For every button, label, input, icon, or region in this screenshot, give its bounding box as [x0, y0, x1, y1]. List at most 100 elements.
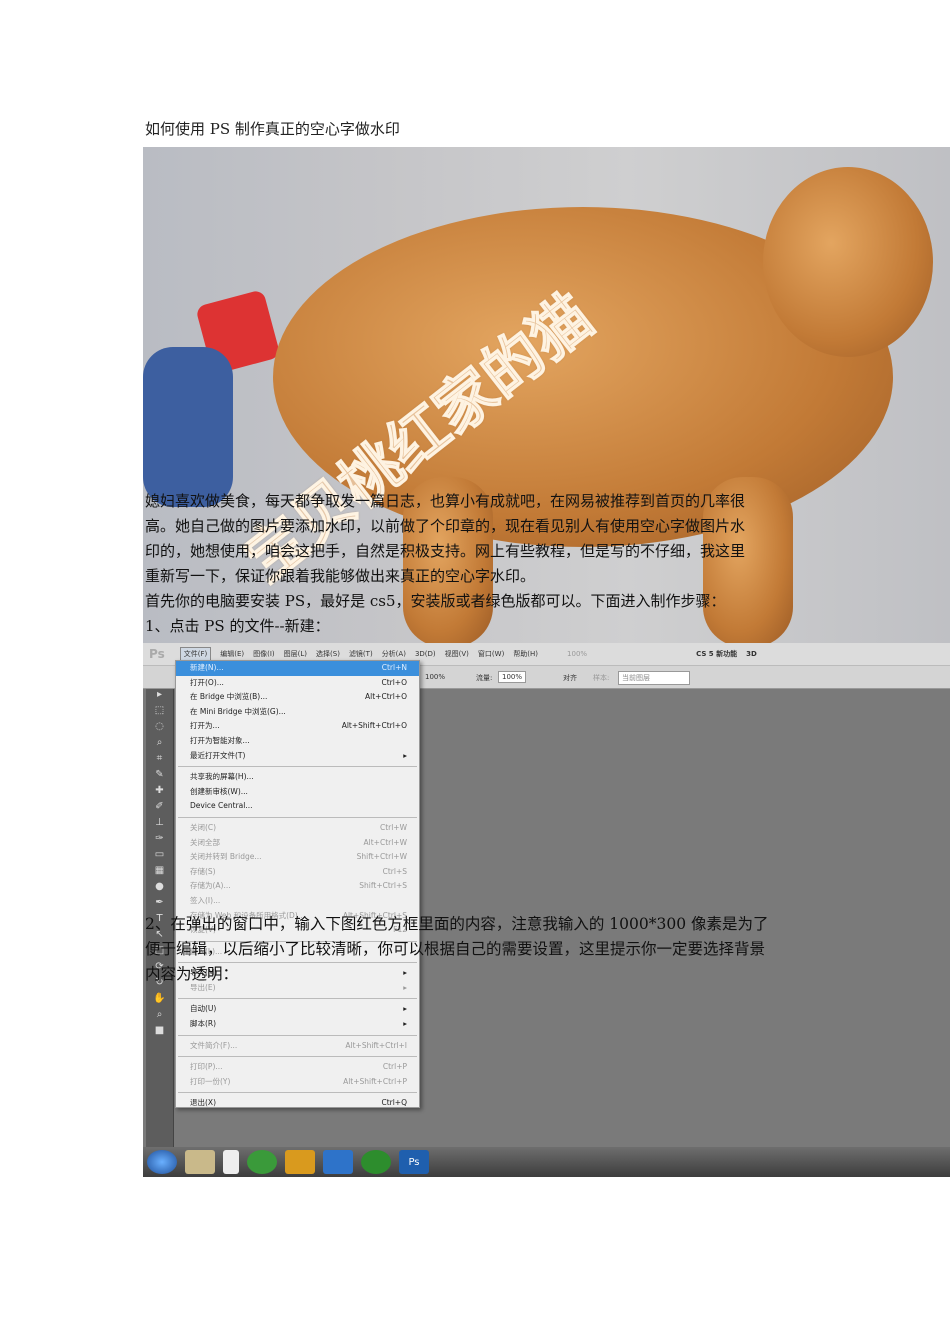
file-menu-item[interactable]: 关闭并转到 Bridge... Shift+Ctrl+W [176, 850, 419, 865]
marquee-tool-icon[interactable]: ⬚ [146, 705, 173, 721]
menu-item-label: 签入(I)... [190, 895, 221, 905]
menu-separator [178, 816, 417, 818]
text-line: 1、点击 PS 的文件--新建： [145, 617, 330, 635]
file-menu-item[interactable]: 脚本(R) ▸ [176, 1017, 419, 1032]
zoom-tool-icon[interactable]: ⌕ [146, 1009, 173, 1025]
file-menu-item[interactable]: 在 Mini Bridge 中浏览(G)... [176, 705, 419, 720]
browser-taskbar-icon[interactable] [361, 1150, 391, 1174]
file-menu-item[interactable]: 创建新审核(W)... [176, 785, 419, 800]
menu-item-label: 打开为... [190, 721, 220, 731]
text-line: 媳妇喜欢做美食，每天都争取发一篇日志，也算小有成就吧，在网易被推荐到首页的几率很 [145, 492, 746, 510]
photoshop-screenshot: Ps 文件(F) 编辑(E) 图像(I) 图层(L) 选择(S) 滤镜(T) 分… [143, 643, 950, 1177]
sample-select[interactable]: 当前图层 [618, 671, 690, 685]
flow-input[interactable]: 100% [498, 671, 527, 683]
menu-filter[interactable]: 滤镜(T) [349, 649, 373, 659]
menu-item-shortcut: Alt+Ctrl+O [365, 692, 407, 702]
intro-paragraph: 媳妇喜欢做美食，每天都争取发一篇日志，也算小有成就吧，在网易被推荐到首页的几率很… [145, 489, 810, 639]
menu-item-label: 存储(S) [190, 866, 216, 876]
menu-analysis[interactable]: 分析(A) [382, 649, 406, 659]
workspace-3d-button[interactable]: 3D [746, 650, 757, 658]
menu-item-shortcut: Ctrl+O [381, 677, 407, 687]
text-line: 高。她自己做的图片要添加水印，以前做了个印章的，现在看见别人有使用空心字做图片水 [145, 517, 746, 535]
file-menu-item[interactable]: 退出(X) Ctrl+Q [176, 1096, 419, 1111]
blue-toy [143, 347, 233, 507]
file-menu-item[interactable]: 共享我的屏幕(H)... [176, 770, 419, 785]
menu-item-shortcut: Shift+Ctrl+S [359, 881, 407, 891]
menu-item-label: 关闭并转到 Bridge... [190, 852, 262, 862]
menu-separator [178, 1056, 417, 1058]
file-menu-item[interactable]: 存储(S) Ctrl+S [176, 865, 419, 880]
file-menu-item[interactable]: 关闭(C) Ctrl+W [176, 821, 419, 836]
menu-item-label: 打开(O)... [190, 677, 224, 687]
menu-item-label: 存储为(A)... [190, 881, 231, 891]
move-tool-icon[interactable]: ▸ [146, 689, 173, 705]
lasso-tool-icon[interactable]: ◌ [146, 721, 173, 737]
stamp-tool-icon[interactable]: ⊥ [146, 817, 173, 833]
file-menu-item[interactable]: 关闭全部 Alt+Ctrl+W [176, 836, 419, 851]
menu-item-label: 打印(P)... [190, 1062, 223, 1072]
menu-help[interactable]: 帮助(H) [513, 649, 538, 659]
file-menu-item[interactable]: Device Central... [176, 799, 419, 814]
menu-view[interactable]: 视图(V) [445, 649, 469, 659]
download-taskbar-icon[interactable] [247, 1150, 277, 1174]
app-taskbar-icon[interactable] [285, 1150, 315, 1174]
quick-select-icon[interactable]: ⌕ [146, 737, 173, 753]
menu-3d[interactable]: 3D(D) [415, 650, 436, 658]
menu-image[interactable]: 图像(I) [253, 649, 275, 659]
file-menu-item[interactable]: 文件简介(F)... Alt+Shift+Ctrl+I [176, 1039, 419, 1054]
color-swatch-icon[interactable]: ■ [146, 1025, 173, 1041]
windows-taskbar: Ps [143, 1147, 950, 1177]
file-menu-item[interactable]: 打开为... Alt+Shift+Ctrl+O [176, 719, 419, 734]
pen-tool-icon[interactable]: ✒ [146, 897, 173, 913]
menu-item-label: Device Central... [190, 801, 253, 811]
messenger-taskbar-icon[interactable] [323, 1150, 353, 1174]
crop-tool-icon[interactable]: ⌗ [146, 753, 173, 769]
file-menu-item[interactable]: 自动(U) ▸ [176, 1002, 419, 1017]
menu-separator [178, 1092, 417, 1094]
document-taskbar-icon[interactable] [223, 1150, 239, 1174]
file-menu-item[interactable]: 打开(O)... Ctrl+O [176, 676, 419, 691]
menu-window[interactable]: 窗口(W) [478, 649, 504, 659]
brush-tool-icon[interactable]: ✐ [146, 801, 173, 817]
menu-layer[interactable]: 图层(L) [284, 649, 307, 659]
menu-separator [178, 998, 417, 1000]
menu-item-label: 创建新审核(W)... [190, 786, 248, 796]
menu-item-label: 关闭全部 [190, 837, 220, 847]
file-menu-item[interactable]: 新建(N)... Ctrl+N [176, 661, 419, 676]
menu-item-shortcut: ▸ [403, 1004, 407, 1014]
file-menu-item[interactable]: 最近打开文件(T) ▸ [176, 749, 419, 764]
menu-select[interactable]: 选择(S) [316, 649, 340, 659]
dodge-tool-icon[interactable]: ● [146, 881, 173, 897]
explorer-taskbar-icon[interactable] [185, 1150, 215, 1174]
cat-head [763, 167, 933, 357]
hand-tool-icon[interactable]: ✋ [146, 993, 173, 1009]
file-menu-item[interactable]: 在 Bridge 中浏览(B)... Alt+Ctrl+O [176, 690, 419, 705]
file-menu-item[interactable]: 签入(I)... [176, 894, 419, 909]
file-menu-item[interactable]: 打印一份(Y) Alt+Shift+Ctrl+P [176, 1075, 419, 1090]
ps-logo: Ps [149, 647, 165, 661]
menu-edit[interactable]: 编辑(E) [220, 649, 244, 659]
menu-item-shortcut: Alt+Shift+Ctrl+P [343, 1076, 407, 1086]
zoom-level[interactable]: 100% [567, 650, 587, 658]
healing-brush-icon[interactable]: ✚ [146, 785, 173, 801]
menu-item-label: 脚本(R) [190, 1019, 217, 1029]
eraser-icon[interactable]: ▭ [146, 849, 173, 865]
eyedropper-icon[interactable]: ✎ [146, 769, 173, 785]
photoshop-taskbar-icon[interactable]: Ps [399, 1150, 429, 1174]
menu-item-label: 打印一份(Y) [190, 1076, 231, 1086]
align-checkbox[interactable]: 对齐 [563, 673, 577, 683]
menu-item-label: 打开为智能对象... [190, 735, 250, 745]
file-menu-item[interactable]: 打印(P)... Ctrl+P [176, 1060, 419, 1075]
menu-file[interactable]: 文件(F) [179, 647, 212, 661]
text-line: 重新写一下，保证你跟着我能够做出来真正的空心字水印。 [145, 567, 536, 585]
workspace-button[interactable]: CS 5 新功能 [696, 649, 737, 659]
opacity-value[interactable]: 100% [425, 673, 445, 681]
menu-item-shortcut: Ctrl+Q [381, 1098, 407, 1108]
menu-separator [178, 1034, 417, 1036]
start-button-icon[interactable] [147, 1150, 177, 1174]
gradient-tool-icon[interactable]: ▦ [146, 865, 173, 881]
history-brush-icon[interactable]: ✑ [146, 833, 173, 849]
file-menu-item[interactable]: 存储为(A)... Shift+Ctrl+S [176, 879, 419, 894]
file-menu-item[interactable]: 打开为智能对象... [176, 734, 419, 749]
menu-item-shortcut: ▸ [403, 750, 407, 760]
